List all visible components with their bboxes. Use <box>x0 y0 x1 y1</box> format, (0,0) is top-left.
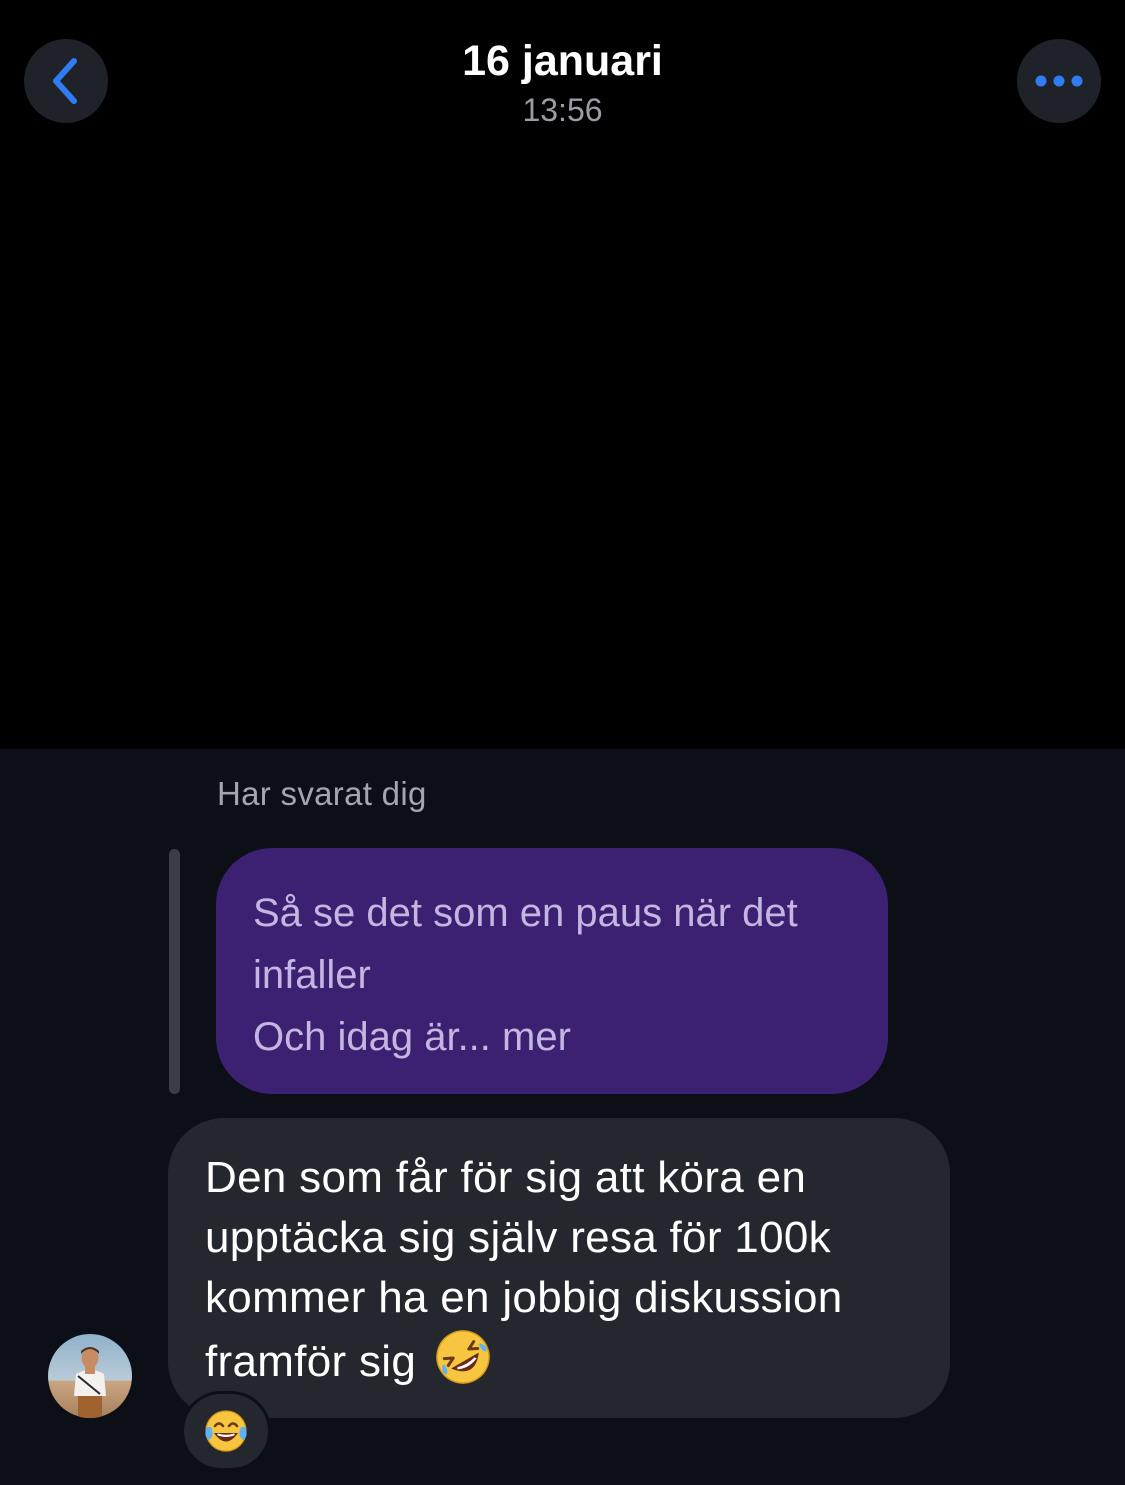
message-line: framför sig <box>205 1328 920 1392</box>
quote-bar <box>169 849 180 1094</box>
message-line-text: framför sig <box>205 1337 417 1386</box>
face-with-tears-of-joy-emoji <box>205 1410 247 1452</box>
quoted-message-bubble[interactable]: Så se det som en paus när det infaller O… <box>216 848 888 1094</box>
avatar[interactable] <box>48 1334 132 1418</box>
rolling-on-floor-laughing-emoji <box>436 1330 490 1384</box>
message-line: kommer ha en jobbig diskussion <box>205 1273 843 1322</box>
quoted-line: Så se det som en paus när det <box>253 891 798 935</box>
quoted-line: infaller <box>253 953 371 997</box>
more-options-button[interactable] <box>1017 39 1101 123</box>
message-line: Den som får för sig att köra en <box>205 1153 807 1202</box>
ellipsis-icon <box>1035 75 1083 87</box>
quoted-line: Och idag är... mer <box>253 1015 571 1059</box>
header-time: 13:56 <box>522 92 603 128</box>
profile-photo <box>48 1334 132 1418</box>
header-date: 16 januari <box>462 37 663 85</box>
message-line: upptäcka sig själv resa för 100k <box>205 1213 831 1262</box>
message-bubble[interactable]: Den som får för sig att köra en upptäcka… <box>168 1118 950 1418</box>
reply-context-label: Har svarat dig <box>217 775 427 812</box>
reaction-chip[interactable] <box>181 1391 271 1471</box>
